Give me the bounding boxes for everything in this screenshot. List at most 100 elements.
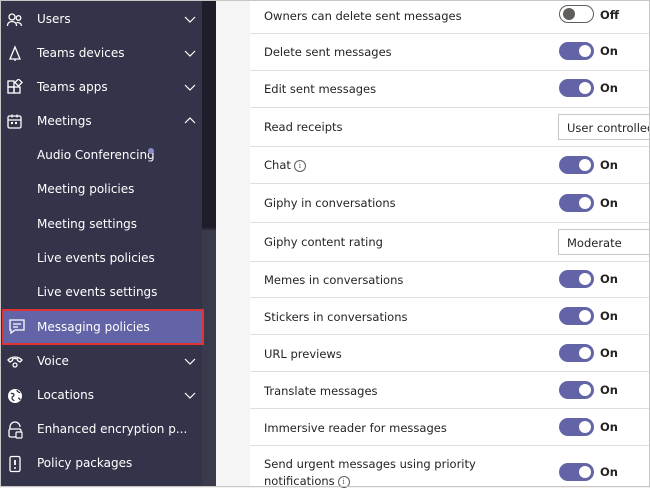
- sidebar-item-label: Policy packages: [37, 456, 133, 470]
- sidebar-item-meeting-policies[interactable]: Meeting policies: [0, 172, 202, 206]
- sidebar-item-meeting-settings[interactable]: Meeting settings: [0, 207, 202, 241]
- toggle-knob: [579, 347, 591, 359]
- read-receipts-select[interactable]: User controlled: [558, 114, 650, 140]
- translate-toggle[interactable]: [559, 381, 594, 399]
- toggle-knob: [579, 384, 591, 396]
- immersive-reader-toggle[interactable]: [559, 418, 594, 436]
- app-window: Users Teams devices Teams apps Meetings …: [0, 0, 650, 488]
- setting-label-wrap: notifications i: [264, 474, 350, 488]
- package-icon: [9, 455, 21, 473]
- setting-row-delete-sent: Delete sent messages On: [250, 34, 650, 71]
- giphy-toggle[interactable]: [559, 194, 594, 212]
- info-icon[interactable]: i: [293, 159, 306, 172]
- sidebar-item-label: Meeting policies: [37, 182, 135, 196]
- toggle-state: On: [600, 44, 618, 58]
- setting-label: Owners can delete sent messages: [264, 9, 462, 23]
- setting-row-read-receipts: Read receipts User controlled: [250, 108, 650, 147]
- users-icon: [6, 13, 23, 27]
- sidebar-item-voice[interactable]: Voice: [0, 344, 202, 378]
- toggle-knob: [579, 273, 591, 285]
- setting-label: Immersive reader for messages: [264, 421, 447, 435]
- setting-row-immersive-reader: Immersive reader for messages On: [250, 409, 650, 446]
- sidebar-item-label: Enhanced encryption p...: [37, 422, 188, 436]
- sidebar-item-live-events-policies[interactable]: Live events policies: [0, 241, 202, 275]
- sidebar-scrollbar-thumb[interactable]: [202, 0, 216, 228]
- setting-label: Giphy in conversations: [264, 196, 396, 210]
- chevron-down-icon[interactable]: [184, 48, 196, 58]
- sidebar-item-messaging-policies[interactable]: Messaging policies: [2, 309, 204, 345]
- sidebar-item-label: Locations: [37, 388, 95, 402]
- toggle-knob: [563, 7, 575, 20]
- setting-row-giphy: Giphy in conversations On: [250, 184, 650, 223]
- setting-row-urgent-messages: Send urgent messages using priority noti…: [250, 446, 650, 488]
- sidebar-item-label: Teams devices: [37, 46, 125, 60]
- setting-label: Read receipts: [264, 120, 343, 134]
- setting-row-chat: Chat i On: [250, 147, 650, 184]
- toggle-knob: [579, 45, 591, 57]
- lock-icon: [8, 421, 23, 439]
- toggle-state: On: [600, 196, 618, 210]
- sidebar-item-teams-apps[interactable]: Teams apps: [0, 70, 202, 104]
- setting-label: URL previews: [264, 347, 342, 361]
- toggle-knob: [579, 421, 591, 433]
- sidebar-item-label: Meetings: [37, 114, 92, 128]
- chevron-down-icon[interactable]: [184, 14, 196, 24]
- setting-label: notifications: [264, 474, 335, 488]
- setting-label: Giphy content rating: [264, 235, 383, 249]
- setting-row-memes: Memes in conversations On: [250, 262, 650, 298]
- calendar-icon: [7, 114, 22, 129]
- select-value: Moderate: [567, 236, 622, 250]
- toggle-knob: [579, 82, 591, 94]
- setting-row-translate: Translate messages On: [250, 372, 650, 409]
- sidebar-item-teams-devices[interactable]: Teams devices: [0, 36, 202, 70]
- setting-row-owners-delete: Owners can delete sent messages Off: [250, 0, 650, 34]
- edit-sent-toggle[interactable]: [559, 79, 594, 97]
- delete-sent-toggle[interactable]: [559, 42, 594, 60]
- toggle-state: On: [600, 465, 618, 479]
- sidebar-item-label: Audio Conferencing: [37, 148, 155, 162]
- new-indicator-dot: [148, 148, 154, 154]
- urgent-messages-toggle[interactable]: [559, 463, 594, 481]
- sidebar-item-meetings[interactable]: Meetings: [0, 104, 202, 138]
- setting-label: Send urgent messages using priority: [264, 457, 476, 471]
- sidebar-item-enhanced-encryption[interactable]: Enhanced encryption p...: [0, 412, 202, 446]
- setting-row-stickers: Stickers in conversations On: [250, 298, 650, 335]
- apps-icon: [7, 79, 23, 94]
- memes-toggle[interactable]: [559, 270, 594, 288]
- toggle-state: On: [600, 383, 618, 397]
- sidebar-item-live-events-settings[interactable]: Live events settings: [0, 275, 202, 309]
- chevron-down-icon[interactable]: [184, 82, 196, 92]
- info-icon[interactable]: i: [337, 475, 350, 488]
- giphy-rating-select[interactable]: Moderate: [558, 229, 650, 255]
- sidebar-item-locations[interactable]: Locations: [0, 378, 202, 412]
- sidebar-item-policy-packages[interactable]: Policy packages: [0, 446, 202, 480]
- sidebar-item-label: Teams apps: [37, 80, 108, 94]
- stickers-toggle[interactable]: [559, 307, 594, 325]
- chevron-down-icon[interactable]: [184, 390, 196, 400]
- url-previews-toggle[interactable]: [559, 344, 594, 362]
- chat-toggle[interactable]: [559, 156, 594, 174]
- sidebar-item-label: Live events settings: [37, 285, 158, 299]
- sidebar-item-label: Voice: [37, 354, 69, 368]
- sidebar-item-label: Meeting settings: [37, 217, 138, 231]
- toggle-state: On: [600, 346, 618, 360]
- toggle-state: Off: [600, 8, 620, 22]
- toggle-knob: [579, 466, 591, 478]
- setting-label-wrap: Chat i: [264, 158, 306, 172]
- toggle-state: On: [600, 81, 618, 95]
- sidebar-item-label: Live events policies: [37, 251, 155, 265]
- sidebar-item-users[interactable]: Users: [0, 2, 202, 36]
- setting-label: Chat: [264, 158, 291, 172]
- select-value: User controlled: [567, 121, 650, 135]
- setting-label: Edit sent messages: [264, 82, 377, 96]
- toggle-knob: [579, 159, 591, 171]
- chevron-down-icon[interactable]: [184, 356, 196, 366]
- setting-row-giphy-rating: Giphy content rating Moderate: [250, 223, 650, 262]
- sidebar-item-audio-conferencing[interactable]: Audio Conferencing: [0, 138, 202, 172]
- owners-delete-toggle[interactable]: [559, 5, 594, 23]
- setting-row-url-previews: URL previews On: [250, 335, 650, 372]
- toggle-knob: [579, 310, 591, 322]
- devices-icon: [9, 45, 21, 61]
- phone-icon: [7, 356, 23, 368]
- chevron-up-icon[interactable]: [184, 116, 196, 126]
